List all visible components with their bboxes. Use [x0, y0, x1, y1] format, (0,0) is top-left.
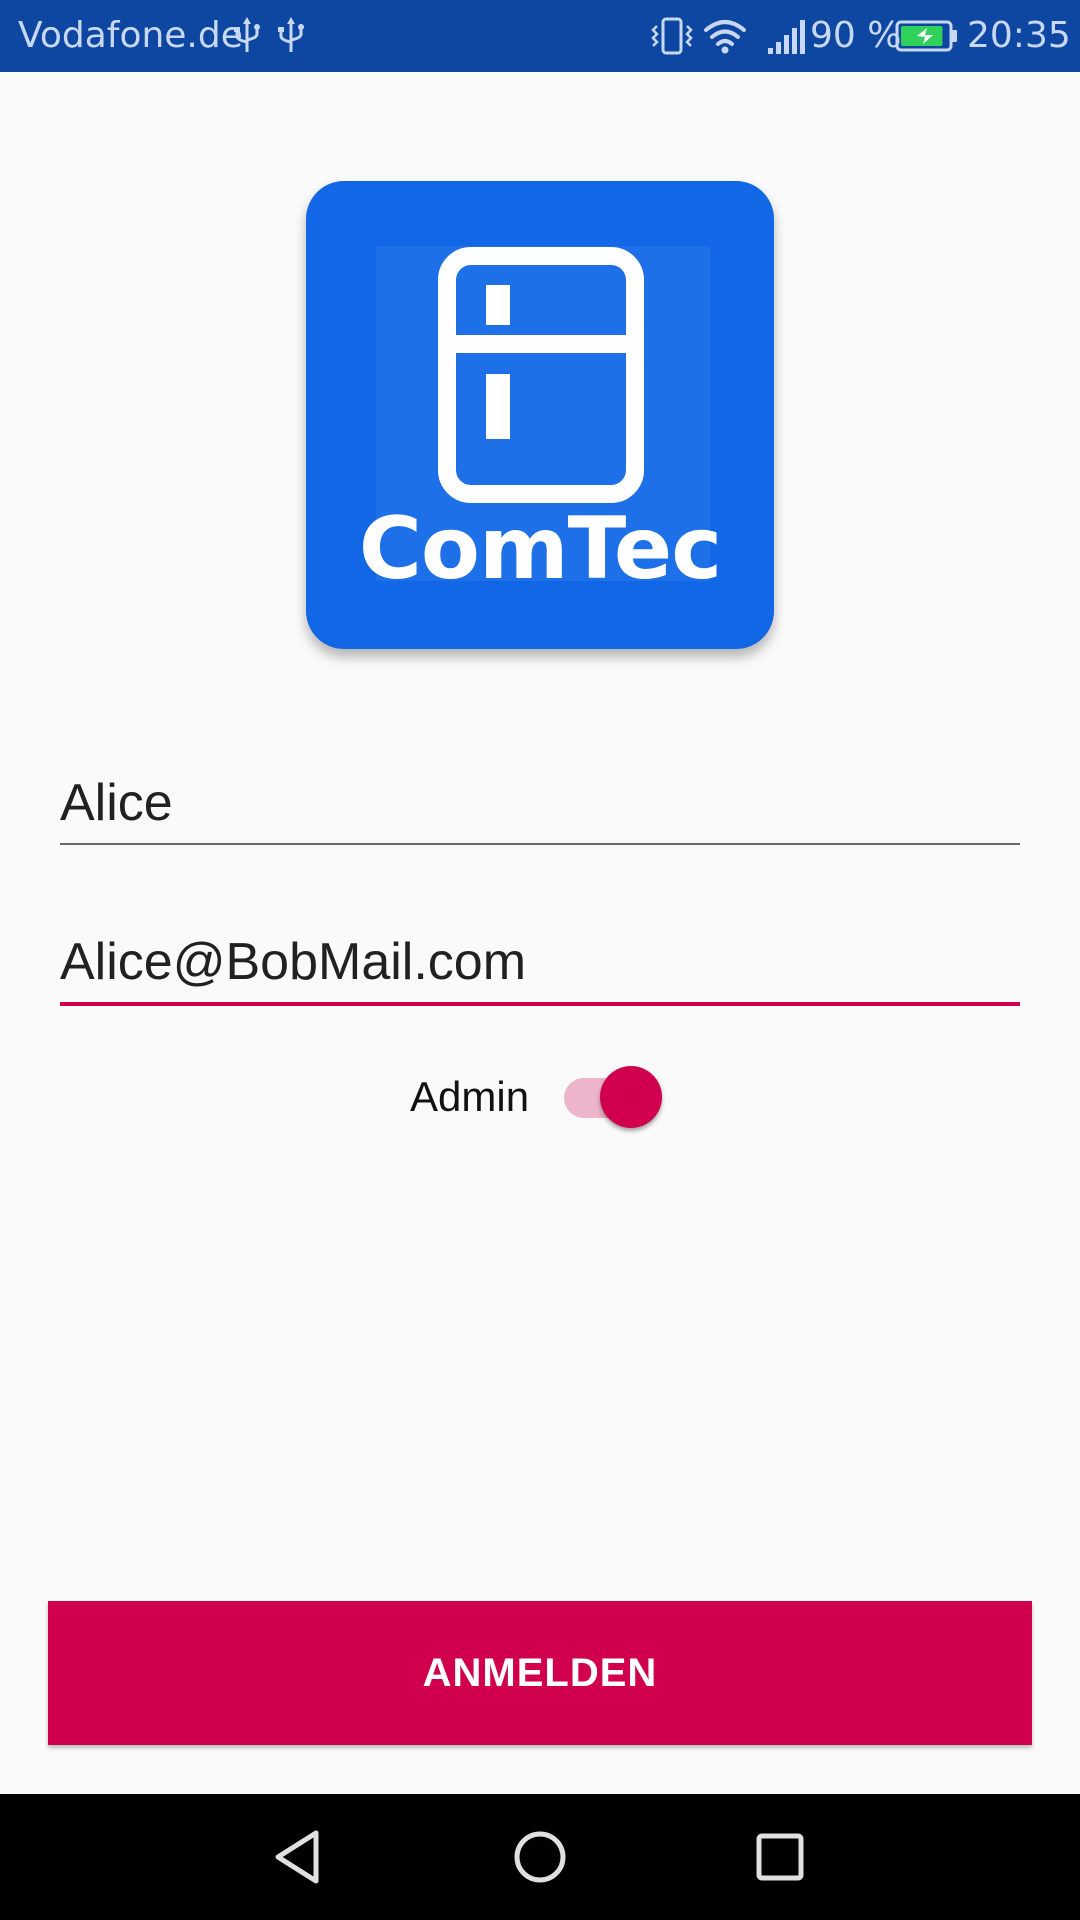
admin-switch[interactable]: [564, 1064, 662, 1128]
status-bar: Vodafone.de 90 % 20:35: [0, 0, 1080, 72]
battery-charging-icon: [895, 20, 957, 52]
name-field[interactable]: [60, 763, 1020, 845]
switch-thumb: [600, 1066, 662, 1128]
clock: 20:35: [967, 15, 1071, 56]
carrier-label: Vodafone.de: [18, 15, 243, 56]
fridge-icon: [438, 247, 644, 503]
navigation-bar: [0, 1794, 1080, 1920]
home-icon[interactable]: [510, 1827, 570, 1887]
admin-label: Admin: [410, 1073, 530, 1120]
app-logo: ComTec: [306, 181, 774, 649]
usb-icon: [278, 17, 304, 52]
recents-icon[interactable]: [750, 1827, 810, 1887]
logo-brand-text: ComTec: [358, 499, 722, 599]
email-field[interactable]: [60, 922, 1020, 1006]
battery-percent: 90 %: [810, 15, 902, 56]
login-button[interactable]: ANMELDEN: [48, 1601, 1032, 1745]
usb-icon: [234, 17, 260, 52]
signal-icon: [768, 20, 805, 54]
wifi-icon: [704, 20, 746, 54]
back-icon[interactable]: [270, 1827, 330, 1887]
vibrate-icon: [651, 17, 693, 55]
